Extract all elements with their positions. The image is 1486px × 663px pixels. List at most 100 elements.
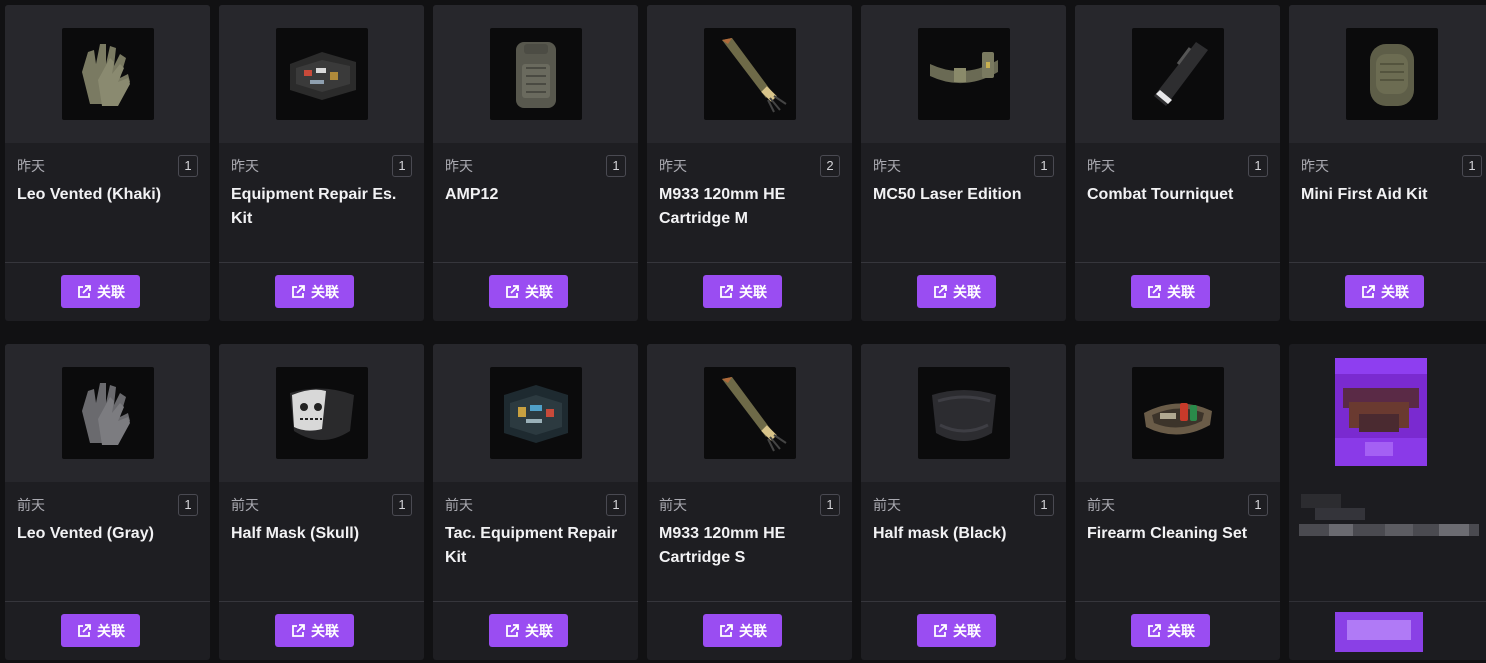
item-date: 昨天 [231, 158, 259, 174]
pixelated-text [1329, 524, 1353, 536]
pixelated-text [1385, 524, 1413, 536]
item-image-area [647, 344, 852, 482]
link-button[interactable]: 关联 [1131, 614, 1210, 647]
divider [647, 601, 852, 602]
item-grid: 昨天 1 Leo Vented (Khaki) 关联 昨天 1 Equipmen… [5, 5, 1486, 660]
quantity-badge: 1 [820, 494, 840, 516]
external-link-icon [1148, 284, 1161, 298]
divider [647, 262, 852, 263]
item-image-area [219, 5, 424, 143]
link-button[interactable]: 关联 [489, 614, 568, 647]
external-link-icon [292, 284, 305, 298]
link-button[interactable]: 关联 [917, 275, 996, 308]
item-name: AMP12 [445, 186, 499, 203]
divider [5, 262, 210, 263]
link-button-label: 关联 [97, 283, 125, 300]
link-button[interactable]: 关联 [917, 614, 996, 647]
divider [1289, 262, 1486, 263]
quantity-badge: 1 [178, 494, 198, 516]
quantity-badge: 1 [1034, 155, 1054, 177]
pixelated-button[interactable] [1335, 612, 1423, 652]
divider [5, 601, 210, 602]
item-image-area [1075, 5, 1280, 143]
link-button[interactable]: 关联 [275, 275, 354, 308]
item-date: 昨天 [1087, 158, 1115, 174]
item-date: 前天 [445, 497, 473, 513]
link-button-label: 关联 [1167, 622, 1195, 639]
quantity-badge: 1 [1248, 155, 1268, 177]
divider [219, 262, 424, 263]
external-link-icon [78, 284, 91, 298]
quantity-badge: 1 [392, 155, 412, 177]
link-button-label: 关联 [525, 622, 553, 639]
link-button[interactable]: 关联 [1345, 275, 1424, 308]
item-image-area [647, 5, 852, 143]
divider [219, 601, 424, 602]
item-date: 前天 [659, 497, 687, 513]
item-card: 前天 1 Leo Vented (Gray) 关联 [5, 344, 210, 660]
external-link-icon [292, 623, 305, 637]
item-date: 前天 [873, 497, 901, 513]
item-card: 前天 1 M933 120mm HE Cartridge S 关联 [647, 344, 852, 660]
item-card: 昨天 1 Combat Tourniquet 关联 [1075, 5, 1280, 321]
pixelated-text [1315, 508, 1365, 520]
item-name: Leo Vented (Khaki) [17, 186, 162, 203]
link-button[interactable]: 关联 [489, 275, 568, 308]
external-link-icon [1148, 623, 1161, 637]
pixelated-divider [1289, 601, 1486, 602]
pixelated-image [1335, 358, 1427, 466]
link-button[interactable]: 关联 [61, 614, 140, 647]
item-name: Tac. Equipment Repair Kit [445, 525, 618, 566]
skull-mask-icon [275, 367, 368, 459]
pixelated-text [1439, 524, 1469, 536]
item-name: Equipment Repair Es. Kit [231, 186, 397, 227]
item-date: 昨天 [873, 158, 901, 174]
link-button[interactable]: 关联 [275, 614, 354, 647]
item-card: 前天 1 Half Mask (Skull) 关联 [219, 344, 424, 660]
first-aid-pouch-icon [1345, 28, 1438, 120]
item-image-area [861, 344, 1066, 482]
link-button-label: 关联 [311, 622, 339, 639]
quantity-badge: 1 [1034, 494, 1054, 516]
external-link-icon [506, 623, 519, 637]
item-name: Half mask (Black) [873, 525, 1007, 542]
external-link-icon [1362, 284, 1375, 298]
mortar-shell-icon [703, 367, 796, 459]
item-image-area [433, 344, 638, 482]
link-button-label: 关联 [953, 622, 981, 639]
link-button[interactable]: 关联 [703, 275, 782, 308]
backpack-icon [489, 28, 582, 120]
quantity-badge: 1 [392, 494, 412, 516]
link-button[interactable]: 关联 [61, 275, 140, 308]
link-button-label: 关联 [953, 283, 981, 300]
gloves-gray-icon [61, 367, 154, 459]
external-link-icon [934, 284, 947, 298]
divider [1075, 601, 1280, 602]
quantity-badge: 1 [1462, 155, 1482, 177]
item-card: 前天 1 Half mask (Black) 关联 [861, 344, 1066, 660]
external-link-icon [720, 623, 733, 637]
divider [861, 601, 1066, 602]
divider [433, 262, 638, 263]
item-name: Half Mask (Skull) [231, 525, 360, 542]
item-image-area [219, 344, 424, 482]
external-link-icon [78, 623, 91, 637]
tac-repair-case-icon [489, 367, 582, 459]
link-button[interactable]: 关联 [1131, 275, 1210, 308]
quantity-badge: 2 [820, 155, 840, 177]
item-date: 前天 [1087, 497, 1115, 513]
item-image-area [5, 5, 210, 143]
item-date: 昨天 [17, 158, 45, 174]
item-image-area [433, 5, 638, 143]
item-name: M933 120mm HE Cartridge S [659, 525, 786, 566]
mortar-shell-icon [703, 28, 796, 120]
item-date: 昨天 [659, 158, 687, 174]
external-link-icon [934, 623, 947, 637]
item-card: 昨天 1 AMP12 关联 [433, 5, 638, 321]
link-button[interactable]: 关联 [703, 614, 782, 647]
item-card: 昨天 2 M933 120mm HE Cartridge M 关联 [647, 5, 852, 321]
pixelated-card [1289, 344, 1486, 660]
item-date: 昨天 [445, 158, 473, 174]
item-card: 昨天 1 Equipment Repair Es. Kit 关联 [219, 5, 424, 321]
link-button-label: 关联 [739, 622, 767, 639]
